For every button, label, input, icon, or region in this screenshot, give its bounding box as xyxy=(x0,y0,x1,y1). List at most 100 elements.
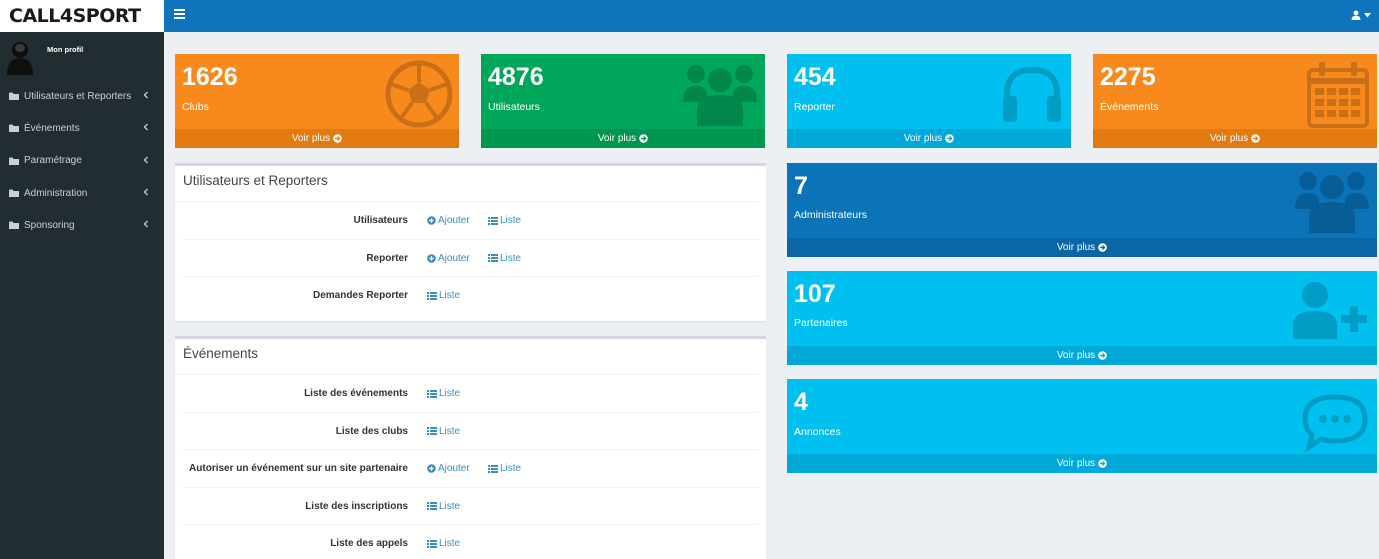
headphones-icon xyxy=(1003,66,1061,122)
stat-value: 454 xyxy=(794,63,836,91)
sidebar-item-users-reporters[interactable]: Utilisateurs et Reporters xyxy=(0,80,164,112)
panel-title: Utilisateurs et Reporters xyxy=(175,166,758,202)
stat-value: 4 xyxy=(794,388,808,416)
list-icon xyxy=(427,427,437,435)
more-info-link[interactable]: Voir plus xyxy=(175,129,459,148)
sidebar-item-label: Administration xyxy=(24,187,88,199)
stat-box-clubs: 1626 Clubs Voir plus xyxy=(175,54,459,148)
table-row: Utilisateurs Ajouter Liste xyxy=(183,202,758,240)
arrow-circle-right-icon xyxy=(1251,134,1260,143)
list-icon xyxy=(427,502,437,510)
chevron-left-icon xyxy=(143,156,148,164)
users-panel: Utilisateurs et Reporters Utilisateurs A… xyxy=(175,163,766,321)
row-label: Liste des clubs xyxy=(335,425,408,437)
more-info-link[interactable]: Voir plus xyxy=(787,238,1377,257)
add-link[interactable]: Ajouter xyxy=(427,202,470,239)
row-label: Utilisateurs xyxy=(353,215,408,226)
arrow-circle-right-icon xyxy=(945,134,954,143)
sidebar-item-sponsoring[interactable]: Sponsoring xyxy=(0,209,164,241)
stat-label: Clubs xyxy=(182,101,209,113)
stat-value: 1626 xyxy=(182,63,238,91)
list-link[interactable]: Liste xyxy=(488,202,521,239)
row-label: Liste des événements xyxy=(304,388,408,399)
stat-box-ads: 4 Annonces Voir plus xyxy=(787,379,1377,473)
stat-label: Reporter xyxy=(794,101,835,113)
list-link[interactable]: Liste xyxy=(427,488,460,525)
list-link[interactable]: Liste xyxy=(427,525,460,559)
logo-container[interactable]: CALL4SPORT xyxy=(0,0,164,32)
stat-value: 7 xyxy=(794,172,808,200)
stat-label: Annonces xyxy=(794,426,841,438)
list-link[interactable]: Liste xyxy=(427,413,460,450)
brand-logo: CALL4SPORT xyxy=(9,5,141,27)
more-label: Voir plus xyxy=(1056,458,1096,469)
list-link[interactable]: Liste xyxy=(427,375,460,412)
stat-label: Utilisateurs xyxy=(488,101,540,113)
stat-value: 4876 xyxy=(488,63,544,91)
profile-label: Mon profil xyxy=(47,45,84,54)
panel-title: Événements xyxy=(175,339,758,375)
arrow-circle-right-icon xyxy=(639,134,648,143)
list-link-label: Liste xyxy=(500,463,522,474)
user-icon xyxy=(1351,10,1361,20)
caret-down-icon xyxy=(1364,12,1371,17)
plus-circle-icon xyxy=(427,216,436,225)
more-info-link[interactable]: Voir plus xyxy=(787,454,1377,473)
more-label: Voir plus xyxy=(1056,242,1096,253)
more-label: Voir plus xyxy=(1056,350,1096,361)
more-info-link[interactable]: Voir plus xyxy=(787,346,1377,365)
calendar-icon xyxy=(1307,62,1369,128)
user-panel[interactable]: Mon profil xyxy=(0,32,164,80)
user-menu-toggle[interactable] xyxy=(1351,10,1371,20)
arrow-circle-right-icon xyxy=(1098,243,1107,252)
stat-label: Administrateurs xyxy=(794,209,867,221)
add-link[interactable]: Ajouter xyxy=(427,450,470,487)
table-row: Liste des inscriptions Liste xyxy=(183,488,758,525)
chevron-left-icon xyxy=(143,123,148,131)
soccer-ball-icon xyxy=(385,60,453,128)
more-info-link[interactable]: Voir plus xyxy=(1093,129,1377,148)
sidebar-item-events[interactable]: Événements xyxy=(0,112,164,144)
table-row: Autoriser un événement sur un site parte… xyxy=(183,450,758,488)
folder-icon xyxy=(9,124,19,133)
more-label: Voir plus xyxy=(597,133,637,144)
list-icon xyxy=(427,539,437,548)
more-label: Voir plus xyxy=(1209,133,1249,144)
chevron-left-icon xyxy=(143,188,148,196)
more-info-link[interactable]: Voir plus xyxy=(481,129,765,148)
list-link[interactable]: Liste xyxy=(427,277,460,314)
more-info-link[interactable]: Voir plus xyxy=(787,129,1071,148)
list-link-label: Liste xyxy=(500,252,522,264)
stat-box-events: 2275 Événements Voir plus xyxy=(1093,54,1377,148)
list-link[interactable]: Liste xyxy=(488,450,521,487)
table-row: Liste des appels Liste xyxy=(183,525,758,559)
row-label: Autoriser un événement sur un site parte… xyxy=(189,463,408,474)
add-link-label: Ajouter xyxy=(438,463,470,474)
top-navbar xyxy=(164,0,1379,32)
sidebar-item-label: Paramétrage xyxy=(24,155,82,167)
sidebar-item-administration[interactable]: Administration xyxy=(0,177,164,209)
stat-box-reporter: 454 Reporter Voir plus xyxy=(787,54,1071,148)
avatar xyxy=(5,37,35,75)
list-icon xyxy=(488,464,498,473)
table-row: Liste des événements Liste xyxy=(183,375,758,413)
sidebar-item-label: Utilisateurs et Reporters xyxy=(24,90,132,102)
more-label: Voir plus xyxy=(903,133,943,144)
sidebar: Mon profil Utilisateurs et Reporters Évé… xyxy=(0,32,164,559)
add-link[interactable]: Ajouter xyxy=(427,240,470,277)
arrow-circle-right-icon xyxy=(1098,351,1107,360)
folder-icon xyxy=(9,157,19,165)
row-label: Demandes Reporter xyxy=(312,290,408,301)
bars-icon[interactable] xyxy=(174,9,185,19)
stat-value: 2275 xyxy=(1100,63,1156,91)
more-label: Voir plus xyxy=(291,133,331,144)
sidebar-menu: Utilisateurs et Reporters Événements Par… xyxy=(0,80,164,241)
chevron-left-icon xyxy=(143,220,148,228)
stat-box-partners: 107 Partenaires Voir plus xyxy=(787,271,1377,365)
folder-icon xyxy=(9,189,19,198)
sidebar-item-settings[interactable]: Paramétrage xyxy=(0,145,164,177)
stat-box-admins: 7 Administrateurs Voir plus xyxy=(787,163,1377,257)
list-link-label: Liste xyxy=(439,290,461,301)
sidebar-item-label: Événements xyxy=(24,122,80,134)
list-link[interactable]: Liste xyxy=(488,240,521,277)
